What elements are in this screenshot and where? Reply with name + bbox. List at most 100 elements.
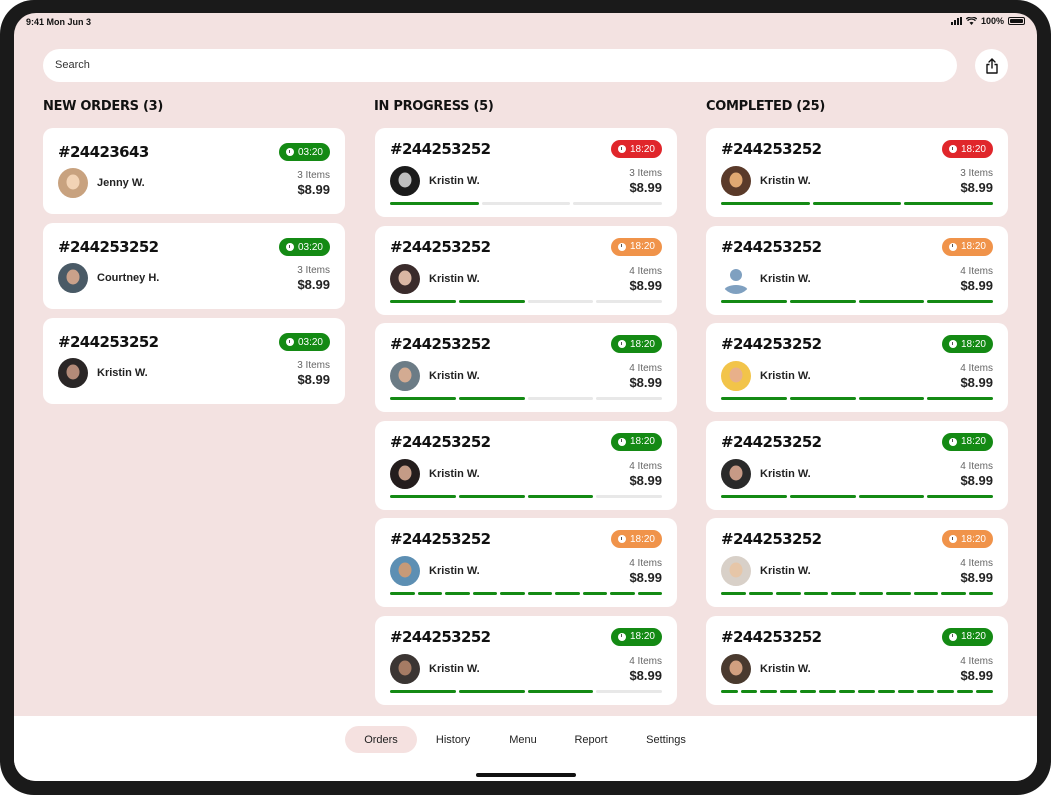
progress-bar xyxy=(390,202,663,205)
tab-report[interactable]: Report xyxy=(564,726,618,753)
order-number: #244253252 xyxy=(58,238,159,256)
progress-segment xyxy=(596,689,662,693)
progress-bar xyxy=(721,397,993,400)
progress-segment xyxy=(596,299,662,303)
order-price: $8.99 xyxy=(960,570,993,585)
progress-segment xyxy=(390,299,456,303)
progress-bar xyxy=(721,689,993,693)
timer-badge: 18:20 xyxy=(941,335,993,353)
order-price: $8.99 xyxy=(960,472,993,488)
order-card[interactable]: #244253252 18:20 Kristin W. 4 Items $8.99 xyxy=(375,615,677,705)
share-icon xyxy=(985,57,998,74)
order-price: $8.99 xyxy=(297,372,330,387)
clock-icon xyxy=(617,145,626,153)
progress-segment xyxy=(555,592,580,595)
progress-segment xyxy=(779,689,797,693)
order-card[interactable]: #244253252 18:20 Kristin W. 4 Items $8.99 xyxy=(375,225,677,315)
progress-segment xyxy=(390,494,456,498)
timer-text: 03:20 xyxy=(297,146,323,158)
clock-icon xyxy=(948,340,957,348)
order-card[interactable]: #244253252 18:20 Kristin W. 4 Items $8.99 xyxy=(706,323,1008,412)
order-number: #24423643 xyxy=(58,143,149,161)
progress-bar xyxy=(721,494,993,498)
order-number: #244253252 xyxy=(721,335,822,353)
avatar xyxy=(390,361,420,391)
tab-settings[interactable]: Settings xyxy=(636,726,696,753)
order-card[interactable]: #244253252 18:20 Kristin W. 4 Items $8.99 xyxy=(375,518,677,607)
progress-segment xyxy=(956,689,974,693)
timer-badge: 03:20 xyxy=(278,333,330,351)
order-price: $8.99 xyxy=(297,182,330,197)
status-indicators: 100% xyxy=(950,16,1025,26)
order-price: $8.99 xyxy=(629,570,662,585)
order-card[interactable]: #244253252 18:20 Kristin W. 4 Items $8.99 xyxy=(706,420,1008,510)
progress-segment xyxy=(527,592,552,595)
item-count: 3 Items xyxy=(297,170,330,181)
timer-badge: 18:20 xyxy=(610,140,662,158)
avatar xyxy=(390,653,420,684)
progress-segment xyxy=(527,689,594,693)
order-number: #244253252 xyxy=(721,530,822,548)
progress-segment xyxy=(927,299,993,303)
timer-badge: 03:20 xyxy=(278,143,330,161)
timer-badge: 18:20 xyxy=(610,335,662,353)
progress-segment xyxy=(838,689,856,693)
progress-segment xyxy=(760,689,777,693)
timer-badge: 18:20 xyxy=(941,627,993,646)
progress-segment xyxy=(610,592,635,595)
order-card[interactable]: #244253252 18:20 Kristin W. 3 Items $8.99 xyxy=(375,128,677,217)
item-count: 4 Items xyxy=(960,265,993,277)
tab-orders[interactable]: Orders xyxy=(345,726,417,753)
timer-text: 18:20 xyxy=(960,241,986,252)
progress-segment xyxy=(831,592,856,595)
progress-segment xyxy=(721,592,746,595)
progress-segment xyxy=(458,299,525,303)
progress-bar xyxy=(721,592,993,595)
progress-segment xyxy=(886,592,911,595)
search-input[interactable]: Search xyxy=(43,49,957,82)
tab-menu[interactable]: Menu xyxy=(500,726,546,753)
avatar xyxy=(58,263,88,293)
timer-text: 03:20 xyxy=(297,241,323,253)
progress-segment xyxy=(858,397,925,400)
clock-icon xyxy=(617,632,626,641)
avatar xyxy=(390,556,420,586)
share-button[interactable] xyxy=(975,49,1008,82)
order-price: $8.99 xyxy=(960,180,993,195)
customer-name: Kristin W. xyxy=(760,370,811,382)
order-card[interactable]: #244253252 18:20 Kristin W. 4 Items $8.99 xyxy=(375,420,677,510)
order-price: $8.99 xyxy=(960,667,993,683)
timer-badge: 18:20 xyxy=(941,237,993,256)
clock-icon xyxy=(285,338,294,346)
order-card[interactable]: #244253252 18:20 Kristin W. 4 Items $8.99 xyxy=(706,518,1008,607)
clock-icon xyxy=(617,242,626,251)
order-card[interactable]: #244253252 18:20 Kristin W. 4 Items $8.99 xyxy=(375,323,677,412)
progress-segment xyxy=(596,494,662,498)
order-card[interactable]: #244253252 18:20 Kristin W. 4 Items $8.99 xyxy=(706,615,1008,705)
timer-text: 18:20 xyxy=(960,533,986,545)
avatar xyxy=(721,166,751,196)
progress-bar xyxy=(390,299,662,303)
order-card[interactable]: #244253252 18:20 Kristin W. 3 Items $8.99 xyxy=(706,128,1008,217)
avatar xyxy=(58,358,88,388)
order-card[interactable]: #24423643 03:20 Jenny W. 3 Items $8.99 xyxy=(43,128,345,214)
timer-text: 18:20 xyxy=(629,631,655,642)
customer-name: Kristin W. xyxy=(429,370,480,382)
item-count: 4 Items xyxy=(960,655,993,667)
progress-bar xyxy=(721,202,994,205)
order-card[interactable]: #244253252 03:20 Kristin W. 3 Items $8.99 xyxy=(43,318,345,404)
progress-segment xyxy=(721,397,787,400)
avatar xyxy=(721,653,751,684)
tab-history[interactable]: History xyxy=(425,726,481,753)
status-time: 9:41 Mon Jun 3 xyxy=(26,17,92,27)
timer-text: 18:20 xyxy=(960,143,986,155)
timer-badge: 03:20 xyxy=(278,238,330,256)
order-number: #244253252 xyxy=(390,335,491,353)
progress-bar xyxy=(390,689,662,693)
order-number: #244253252 xyxy=(390,432,491,451)
order-card[interactable]: #244253252 18:20 Kristin W. 4 Items $8.99 xyxy=(706,225,1008,315)
order-card[interactable]: #244253252 03:20 Courtney H. 3 Items $8.99 xyxy=(43,223,345,309)
order-price: $8.99 xyxy=(629,472,662,488)
progress-segment xyxy=(913,592,938,595)
order-number: #244253252 xyxy=(390,530,491,548)
